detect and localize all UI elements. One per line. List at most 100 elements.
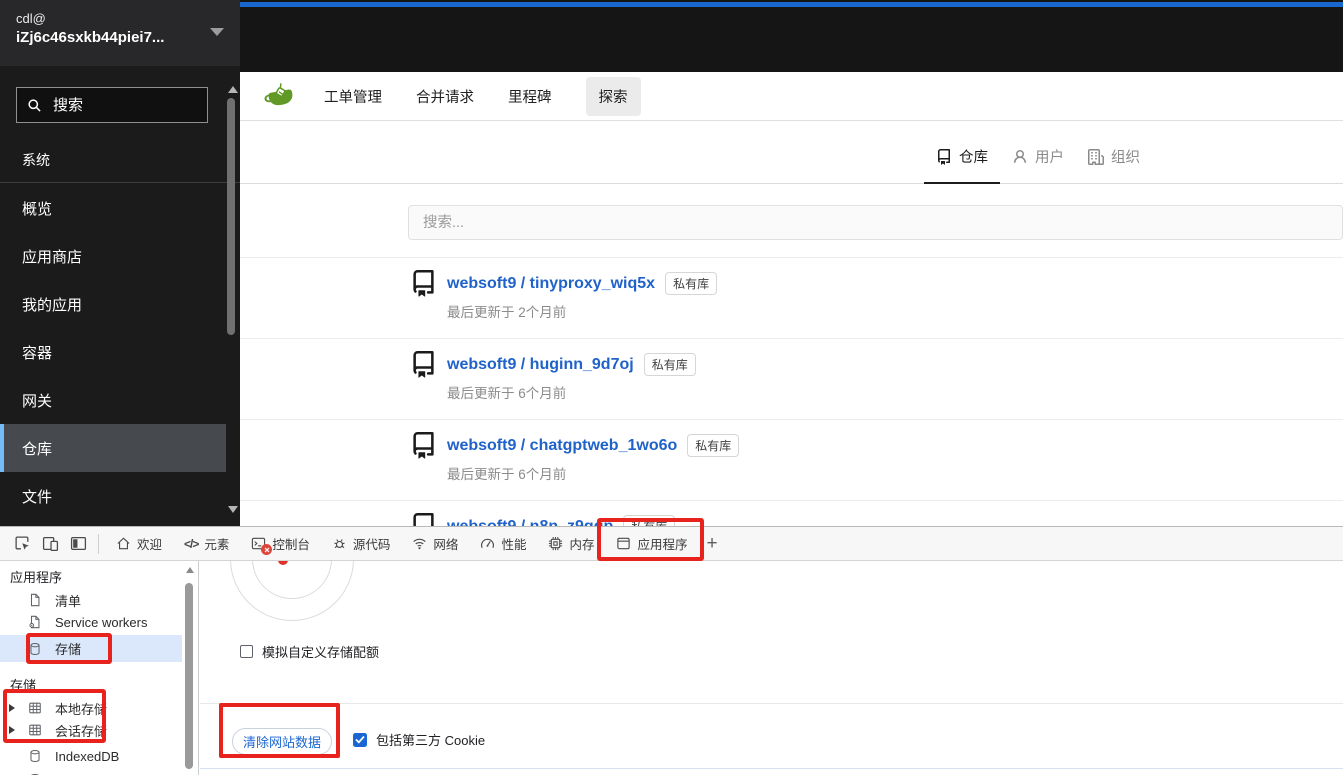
repo-link[interactable]: websoft9 / tinyproxy_wiq5x bbox=[447, 275, 655, 293]
repo-link[interactable]: websoft9 / huginn_9d7oj bbox=[447, 356, 634, 374]
devtools-tab-performance[interactable]: 性能 bbox=[469, 527, 537, 560]
checkmark-icon bbox=[355, 735, 365, 744]
top-dark-strip bbox=[240, 0, 1343, 72]
sidebar: cdl@ iZj6c46sxkb44piei7... 系统 概览 应用商店 我的… bbox=[0, 0, 240, 526]
blue-progress-bar bbox=[240, 2, 1343, 7]
sidebar-search-input[interactable] bbox=[51, 95, 185, 115]
memory-icon bbox=[548, 536, 563, 551]
private-badge: 私有库 bbox=[623, 515, 676, 526]
tree-item-indexeddb[interactable]: IndexedDB bbox=[0, 745, 182, 767]
repo-updated: 最后更新于 2个月前 bbox=[447, 305, 567, 320]
sidebar-item-appstore[interactable]: 应用商店 bbox=[0, 232, 226, 280]
tree-item-storage[interactable]: 存储 bbox=[0, 633, 182, 664]
manifest-icon bbox=[28, 593, 42, 607]
scroll-down-icon[interactable] bbox=[228, 506, 238, 513]
devtools-tab-elements[interactable]: </> 元素 bbox=[173, 527, 240, 560]
repo-link[interactable]: websoft9 / n8n_z9ggp bbox=[447, 518, 613, 527]
clear-site-data-button[interactable]: 清除网站数据 bbox=[219, 703, 340, 758]
tree-item-local-storage[interactable]: 本地存储 bbox=[0, 697, 182, 719]
third-party-cookie-row[interactable]: 包括第三方 Cookie bbox=[353, 730, 485, 749]
more-tabs-icon[interactable]: + bbox=[706, 533, 717, 555]
quota-checkbox[interactable] bbox=[240, 645, 253, 658]
repo-updated: 最后更新于 6个月前 bbox=[447, 467, 567, 482]
repo-row: websoft9 / chatgptweb_1wo6o 私有库 最后更新于 6个… bbox=[240, 420, 1343, 501]
repo-book-icon bbox=[410, 267, 437, 300]
devtools-tab-welcome[interactable]: 欢迎 bbox=[105, 527, 173, 560]
devtools-tab-application[interactable]: 应用程序 bbox=[597, 518, 705, 561]
repo-book-icon bbox=[410, 429, 437, 462]
screen: cdl@ iZj6c46sxkb44piei7... 系统 概览 应用商店 我的… bbox=[0, 0, 1343, 775]
tree-item-session-storage[interactable]: 会话存储 bbox=[0, 719, 182, 741]
dock-side-icon[interactable] bbox=[64, 531, 92, 557]
private-badge: 私有库 bbox=[665, 272, 718, 295]
account-switcher[interactable]: cdl@ iZj6c46sxkb44piei7... bbox=[0, 0, 240, 66]
tab-users[interactable]: 用户 bbox=[1000, 146, 1076, 184]
table-grid-icon bbox=[28, 723, 42, 737]
user-icon bbox=[1012, 149, 1028, 165]
repo-icon bbox=[936, 148, 952, 165]
sidebar-search[interactable] bbox=[16, 87, 208, 123]
repo-updated: 最后更新于 6个月前 bbox=[447, 386, 567, 401]
repo-row: websoft9 / n8n_z9ggp 私有库 最后更新于 8个月前 bbox=[240, 501, 1343, 526]
bug-icon bbox=[332, 536, 347, 551]
gitea-logo-icon[interactable] bbox=[262, 80, 300, 113]
explore-scope-tabs: 仓库 用户 组织 bbox=[240, 121, 1343, 184]
expand-arrow-icon[interactable] bbox=[9, 704, 15, 712]
sidebar-item-gateway[interactable]: 网关 bbox=[0, 376, 226, 424]
nav-issues[interactable]: 工单管理 bbox=[324, 86, 382, 107]
repo-row: websoft9 / huginn_9d7oj 私有库 最后更新于 6个月前 bbox=[240, 339, 1343, 420]
chevron-down-icon[interactable] bbox=[210, 28, 224, 36]
sidebar-divider bbox=[0, 182, 240, 183]
sidebar-item-myapps[interactable]: 我的应用 bbox=[0, 280, 226, 328]
scroll-up-icon[interactable] bbox=[186, 567, 194, 573]
table-grid-icon bbox=[28, 701, 42, 715]
gitea-navbar: 工单管理 合并请求 里程碑 探索 bbox=[240, 72, 1343, 121]
tab-organizations[interactable]: 组织 bbox=[1076, 146, 1152, 184]
inspect-element-icon[interactable] bbox=[8, 531, 36, 557]
sidebar-item-overview[interactable]: 概览 bbox=[0, 184, 226, 232]
scroll-up-icon[interactable] bbox=[228, 86, 238, 93]
third-party-cookie-checkbox[interactable] bbox=[353, 732, 367, 747]
devtools-tab-console[interactable]: 控制台 bbox=[240, 527, 321, 560]
devtools-tabbar: 欢迎 </> 元素 控制台 源代码 网络 性能 内存 应用程序 + bbox=[0, 518, 1343, 561]
console-error-badge bbox=[261, 544, 273, 555]
network-icon bbox=[412, 536, 427, 551]
console-icon bbox=[251, 536, 273, 555]
sidebar-section-label: 系统 bbox=[22, 152, 50, 168]
performance-icon bbox=[480, 536, 495, 551]
nav-pull-requests[interactable]: 合并请求 bbox=[416, 86, 474, 107]
devtools-tab-sources[interactable]: 源代码 bbox=[321, 527, 402, 560]
sidebar-scrollbar-thumb[interactable] bbox=[227, 98, 235, 335]
sidebar-item-repository[interactable]: 仓库 bbox=[0, 424, 226, 472]
sidebar-nav: 概览 应用商店 我的应用 容器 网关 仓库 文件 bbox=[0, 184, 226, 520]
tab-repositories[interactable]: 仓库 bbox=[924, 146, 1000, 184]
quota-label: 模拟自定义存储配额 bbox=[262, 645, 380, 660]
devtools-tab-memory[interactable]: 内存 bbox=[537, 527, 605, 560]
sidebar-item-containers[interactable]: 容器 bbox=[0, 328, 226, 376]
database-icon bbox=[28, 749, 42, 763]
tree-item-partial[interactable] bbox=[0, 769, 182, 775]
repo-book-icon bbox=[410, 348, 437, 381]
expand-arrow-icon[interactable] bbox=[9, 726, 15, 734]
devtools-panel: 欢迎 </> 元素 控制台 源代码 网络 性能 内存 应用程序 + 应用程序 清… bbox=[0, 518, 1343, 775]
device-emulation-icon[interactable] bbox=[36, 531, 64, 557]
repo-list: websoft9 / tinyproxy_wiq5x 私有库 最后更新于 2个月… bbox=[240, 257, 1343, 526]
repo-book-icon bbox=[410, 510, 437, 526]
nav-explore[interactable]: 探索 bbox=[585, 76, 641, 116]
code-icon: </> bbox=[184, 536, 199, 551]
repo-search-input[interactable] bbox=[408, 205, 1343, 240]
storage-view: 模拟自定义存储配额 清除网站数据 包括第三方 Cookie bbox=[200, 561, 1343, 775]
nav-milestones[interactable]: 里程碑 bbox=[508, 86, 552, 107]
sidebar-item-files[interactable]: 文件 bbox=[0, 472, 226, 520]
tree-item-service-workers[interactable]: Service workers bbox=[0, 611, 182, 633]
third-party-cookie-label: 包括第三方 Cookie bbox=[376, 733, 486, 748]
devtools-tab-network[interactable]: 网络 bbox=[401, 527, 469, 560]
application-tree: 应用程序 清单 Service workers 存储 存储 本地存储 会话存储 … bbox=[0, 561, 199, 775]
quota-checkbox-row[interactable]: 模拟自定义存储配额 bbox=[240, 642, 379, 661]
account-user: cdl@ bbox=[16, 11, 46, 26]
storage-cylinder-icon bbox=[28, 642, 42, 656]
repo-link[interactable]: websoft9 / chatgptweb_1wo6o bbox=[447, 437, 677, 455]
tree-scrollbar-thumb[interactable] bbox=[185, 583, 193, 769]
tree-item-manifest[interactable]: 清单 bbox=[0, 589, 182, 611]
home-icon bbox=[116, 536, 131, 551]
